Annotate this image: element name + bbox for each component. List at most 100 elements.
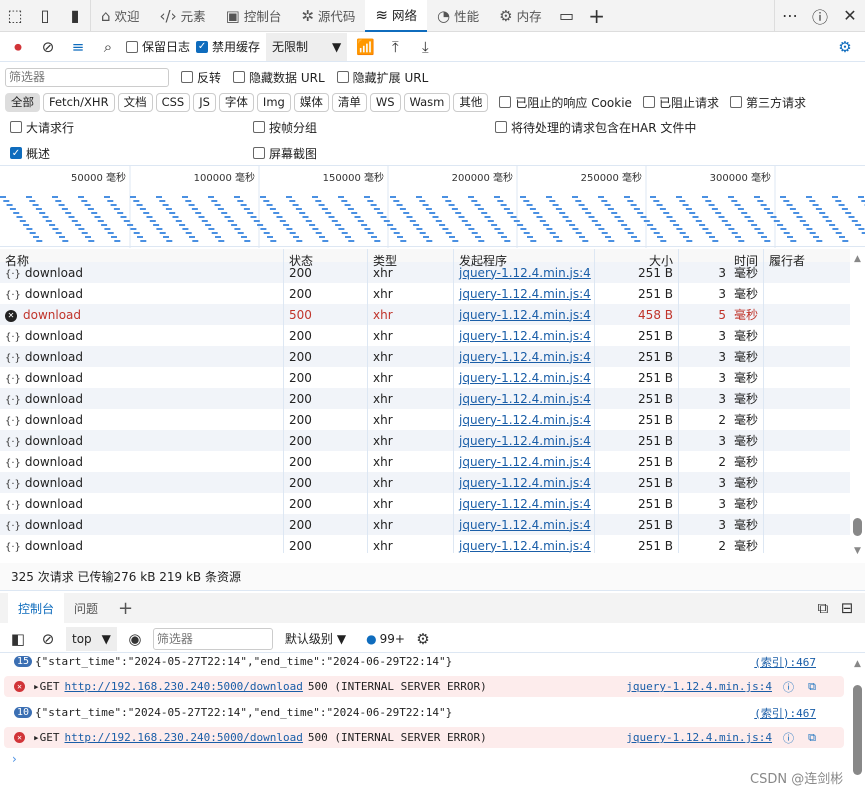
screenshots-checkbox[interactable]: 屏幕截图 [253,145,317,162]
more-icon[interactable]: ⋯ [775,0,805,32]
add-drawer-tab-icon[interactable]: + [108,593,143,623]
inspect-icon[interactable]: ⬚ [0,0,30,32]
table-row[interactable]: {·} download 200 xhr jquery-1.12.4.min.js:4 2… [0,367,850,388]
tab-0[interactable]: ⌂ 欢迎 [91,0,150,32]
export-icon[interactable]: ⤓ [413,35,437,59]
source-link[interactable]: (索引):467 [754,654,816,670]
tab-1[interactable]: ‹/› 元素 [150,0,216,32]
record-icon[interactable]: ⏺ [6,35,30,59]
import-icon[interactable]: ⤒ [383,35,407,59]
info-icon[interactable]: ⓘ [783,730,794,746]
type-filter-7[interactable]: 媒体 [293,92,329,112]
undock-icon[interactable]: ⧉ [811,596,835,620]
console-prompt[interactable]: › [12,752,17,766]
initiator-link[interactable]: jquery-1.12.4.min.js:4 [459,308,591,322]
context-select[interactable]: top ▼ [66,626,117,651]
console-scrollbar[interactable]: ▲ [850,655,865,792]
device-emulation-icon[interactable]: ▯ [30,0,60,32]
initiator-link[interactable]: jquery-1.12.4.min.js:4 [459,350,591,364]
more-tools-icon[interactable]: ▭ [552,0,582,32]
type-check-1[interactable]: 已阻止请求 [642,94,719,111]
filter-input[interactable] [5,67,169,87]
expand-icon[interactable]: ▸ [33,680,40,693]
preserve-log-checkbox[interactable]: 保留日志 [126,38,190,55]
source-link[interactable]: jquery-1.12.4.min.js:4 [626,731,772,744]
add-tab-icon[interactable]: + [582,0,612,32]
include-har-checkbox[interactable]: 将待处理的请求包含在HAR 文件中 [495,119,696,136]
clear-icon[interactable]: ⊘ [36,35,60,59]
table-row[interactable]: {·} download 200 xhr jquery-1.12.4.min.js:4 2… [0,514,850,535]
dock-drawer-icon[interactable]: ⊟ [835,596,859,620]
group-by-frame-checkbox[interactable]: 按帧分组 [253,119,317,136]
settings-icon[interactable]: ⚙ [833,35,857,59]
table-row[interactable]: {·} download 200 xhr jquery-1.12.4.min.js:4 2… [0,346,850,367]
tab-4[interactable]: ≋ 网络 [365,0,428,32]
source-link[interactable]: (索引):467 [754,705,816,721]
help-icon[interactable]: ⓘ [805,0,835,32]
expand-icon[interactable]: ▸ [33,731,40,744]
log-level-select[interactable]: 默认级别 ▼ [285,630,346,647]
network-conditions-icon[interactable]: 📶 [353,35,377,59]
type-filter-11[interactable]: 其他 [453,92,489,112]
table-row[interactable]: {·} download 200 xhr jquery-1.12.4.min.js:4 2… [0,388,850,409]
initiator-link[interactable]: jquery-1.12.4.min.js:4 [459,497,591,511]
hide-extension-url-checkbox[interactable]: 隐藏扩展 URL [336,69,428,86]
source-link[interactable]: jquery-1.12.4.min.js:4 [626,680,772,693]
type-check-2[interactable]: 第三方请求 [729,94,806,111]
type-filter-1[interactable]: Fetch/XHR [43,92,115,112]
initiator-link[interactable]: jquery-1.12.4.min.js:4 [459,539,591,553]
type-filter-6[interactable]: Img [256,92,291,112]
table-row[interactable]: {·} download 200 xhr jquery-1.12.4.min.js:4 2… [0,262,850,283]
copilot-icon[interactable]: ⧉ [808,731,816,745]
initiator-link[interactable]: jquery-1.12.4.min.js:4 [459,287,591,301]
tab-2[interactable]: ▣ 控制台 [216,0,292,32]
copilot-icon[interactable]: ⧉ [808,680,816,694]
table-scrollbar[interactable]: ▲ ▼ [850,250,865,560]
request-url[interactable]: http://192.168.230.240:5000/download [65,731,303,744]
table-row[interactable]: {·} download 200 xhr jquery-1.12.4.min.js:4 2… [0,472,850,493]
initiator-link[interactable]: jquery-1.12.4.min.js:4 [459,392,591,406]
tab-3[interactable]: ✲ 源代码 [291,0,365,32]
network-overview[interactable]: 50000 毫秒 100000 毫秒 150000 毫秒 200000 毫秒 25000… [0,165,865,248]
initiator-link[interactable]: jquery-1.12.4.min.js:4 [459,476,591,490]
initiator-link[interactable]: jquery-1.12.4.min.js:4 [459,329,591,343]
clear-console-icon[interactable]: ⊘ [36,627,60,651]
hide-data-url-checkbox[interactable]: 隐藏数据 URL [233,69,325,86]
table-row[interactable]: {·} download 200 xhr jquery-1.12.4.min.js:4 2… [0,430,850,451]
type-filter-9[interactable]: WS [369,92,401,112]
type-filter-10[interactable]: Wasm [403,92,451,112]
type-filter-8[interactable]: 清单 [331,92,367,112]
request-url[interactable]: http://192.168.230.240:5000/download [65,680,303,693]
console-filter-input[interactable] [152,627,273,650]
type-filter-5[interactable]: 字体 [218,92,254,112]
initiator-link[interactable]: jquery-1.12.4.min.js:4 [459,434,591,448]
throttle-select[interactable]: 无限制 ▼ [266,32,348,61]
tab-console[interactable]: 控制台 [8,593,65,623]
dock-icon[interactable]: ▮ [60,0,90,32]
table-row[interactable]: {·} download 200 xhr jquery-1.12.4.min.js:4 2… [0,283,850,304]
type-filter-2[interactable]: 文档 [117,92,153,112]
type-filter-3[interactable]: CSS [155,92,191,112]
invert-checkbox[interactable]: 反转 [181,69,221,86]
initiator-link[interactable]: jquery-1.12.4.min.js:4 [459,413,591,427]
table-row[interactable]: {·} download 200 xhr jquery-1.12.4.min.js:4 2… [0,325,850,346]
type-filter-4[interactable]: JS [193,92,216,112]
message-count[interactable]: ● 99+ [366,632,405,646]
table-row[interactable]: {·} download 200 xhr jquery-1.12.4.min.js:4 2… [0,409,850,430]
table-row[interactable]: {·} download 200 xhr jquery-1.12.4.min.js:4 2… [0,451,850,472]
console-settings-icon[interactable]: ⚙ [411,627,435,651]
disable-cache-checkbox[interactable]: ✓ 禁用缓存 [196,38,260,55]
search-icon[interactable]: ⌕ [96,35,120,59]
initiator-link[interactable]: jquery-1.12.4.min.js:4 [459,371,591,385]
large-rows-checkbox[interactable]: 大请求行 [10,119,74,136]
initiator-link[interactable]: jquery-1.12.4.min.js:4 [459,455,591,469]
initiator-link[interactable]: jquery-1.12.4.min.js:4 [459,518,591,532]
table-row[interactable]: {·} download 200 xhr jquery-1.12.4.min.js:4 2… [0,493,850,514]
type-filter-0[interactable]: 全部 [5,92,40,112]
tab-5[interactable]: ◔ 性能 [427,0,489,32]
info-icon[interactable]: ⓘ [783,679,794,695]
initiator-link[interactable]: jquery-1.12.4.min.js:4 [459,266,591,280]
filter-toggle-icon[interactable]: ≡ [66,35,90,59]
type-check-0[interactable]: 已阻止的响应 Cookie [499,94,632,111]
table-row[interactable]: {·} download 200 xhr jquery-1.12.4.min.js:4 2… [0,535,850,553]
